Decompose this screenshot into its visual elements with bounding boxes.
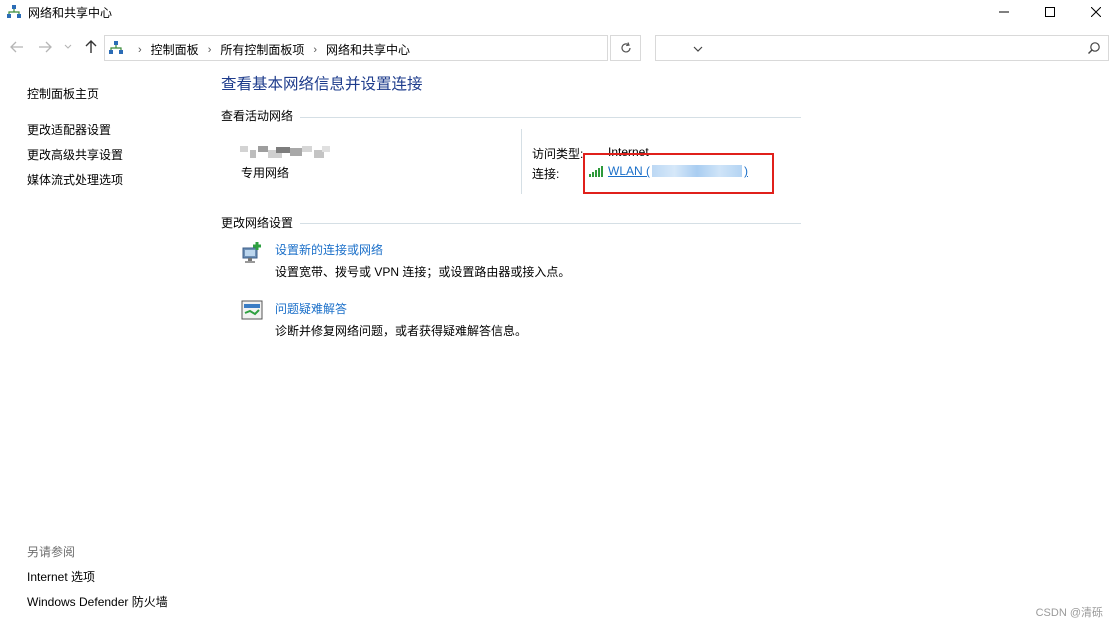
sidebar-item-adapter-settings[interactable]: 更改适配器设置 bbox=[27, 121, 111, 138]
chevron-right-icon[interactable]: › bbox=[208, 44, 212, 56]
forward-button[interactable] bbox=[36, 37, 54, 57]
breadcrumb: › 控制面板 › 所有控制面板项 › 网络和共享中心 bbox=[129, 41, 410, 58]
troubleshoot-link[interactable]: 问题疑难解答 bbox=[275, 300, 347, 317]
refresh-button[interactable] bbox=[610, 35, 641, 61]
close-button[interactable] bbox=[1073, 0, 1118, 24]
minimize-icon bbox=[999, 11, 1009, 13]
see-also-heading: 另请参阅 bbox=[27, 545, 76, 559]
network-center-icon bbox=[109, 41, 123, 54]
active-networks-heading: 查看活动网络 bbox=[221, 109, 294, 123]
minimize-button[interactable] bbox=[981, 0, 1027, 24]
breadcrumb-control-panel[interactable]: 控制面板 bbox=[151, 41, 199, 58]
change-settings-heading: 更改网络设置 bbox=[221, 216, 294, 230]
sidebar-home-link[interactable]: 控制面板主页 bbox=[27, 85, 99, 102]
breadcrumb-all-items[interactable]: 所有控制面板项 bbox=[220, 41, 304, 58]
sidebar-item-media-streaming[interactable]: 媒体流式处理选项 bbox=[27, 171, 123, 188]
chevron-right-icon: › bbox=[138, 43, 142, 56]
network-center-icon bbox=[7, 5, 21, 18]
maximize-button[interactable] bbox=[1027, 0, 1073, 24]
new-connection-icon bbox=[242, 242, 261, 263]
breadcrumb-network-center[interactable]: 网络和共享中心 bbox=[326, 41, 410, 58]
sidebar-item-advanced-sharing[interactable]: 更改高级共享设置 bbox=[27, 146, 123, 163]
troubleshoot-icon bbox=[241, 300, 263, 320]
watermark: CSDN @清砾 bbox=[1035, 607, 1103, 619]
setup-connection-link[interactable]: 设置新的连接或网络 bbox=[275, 241, 383, 258]
chevron-right-icon[interactable]: › bbox=[313, 44, 317, 56]
section-divider bbox=[300, 117, 801, 118]
highlight-annotation-box bbox=[583, 153, 774, 194]
page-title: 查看基本网络信息并设置连接 bbox=[221, 76, 423, 93]
arrow-right-icon bbox=[39, 41, 52, 53]
maximize-icon bbox=[1045, 7, 1055, 17]
connections-label: 连接: bbox=[532, 167, 560, 181]
search-icon[interactable] bbox=[1087, 41, 1101, 55]
refresh-icon bbox=[620, 42, 631, 53]
navigation-bar: › 控制面板 › 所有控制面板项 › 网络和共享中心 bbox=[0, 32, 1118, 62]
chevron-down-icon bbox=[64, 44, 72, 49]
vertical-divider bbox=[521, 129, 522, 194]
window-title: 网络和共享中心 bbox=[28, 6, 113, 20]
arrow-left-icon bbox=[10, 41, 23, 53]
up-button[interactable] bbox=[82, 37, 100, 57]
recent-locations-button[interactable] bbox=[62, 37, 74, 57]
address-bar[interactable]: › 控制面板 › 所有控制面板项 › 网络和共享中心 bbox=[104, 35, 703, 61]
section-divider bbox=[300, 223, 801, 224]
see-also-internet-options[interactable]: Internet 选项 bbox=[27, 568, 95, 585]
setup-connection-desc: 设置宽带、拨号或 VPN 连接；或设置路由器或接入点。 bbox=[275, 265, 571, 279]
close-icon bbox=[1091, 7, 1101, 17]
back-button[interactable] bbox=[8, 37, 26, 57]
arrow-up-icon bbox=[85, 40, 97, 53]
network-name-blurred bbox=[240, 146, 330, 158]
troubleshoot-desc: 诊断并修复网络问题，或者获得疑难解答信息。 bbox=[275, 324, 528, 338]
access-type-label: 访问类型: bbox=[532, 147, 584, 161]
network-type: 专用网络 bbox=[241, 166, 290, 180]
search-input[interactable] bbox=[655, 35, 1109, 61]
title-bar: 网络和共享中心 bbox=[0, 0, 1118, 24]
see-also-firewall[interactable]: Windows Defender 防火墙 bbox=[27, 593, 168, 610]
